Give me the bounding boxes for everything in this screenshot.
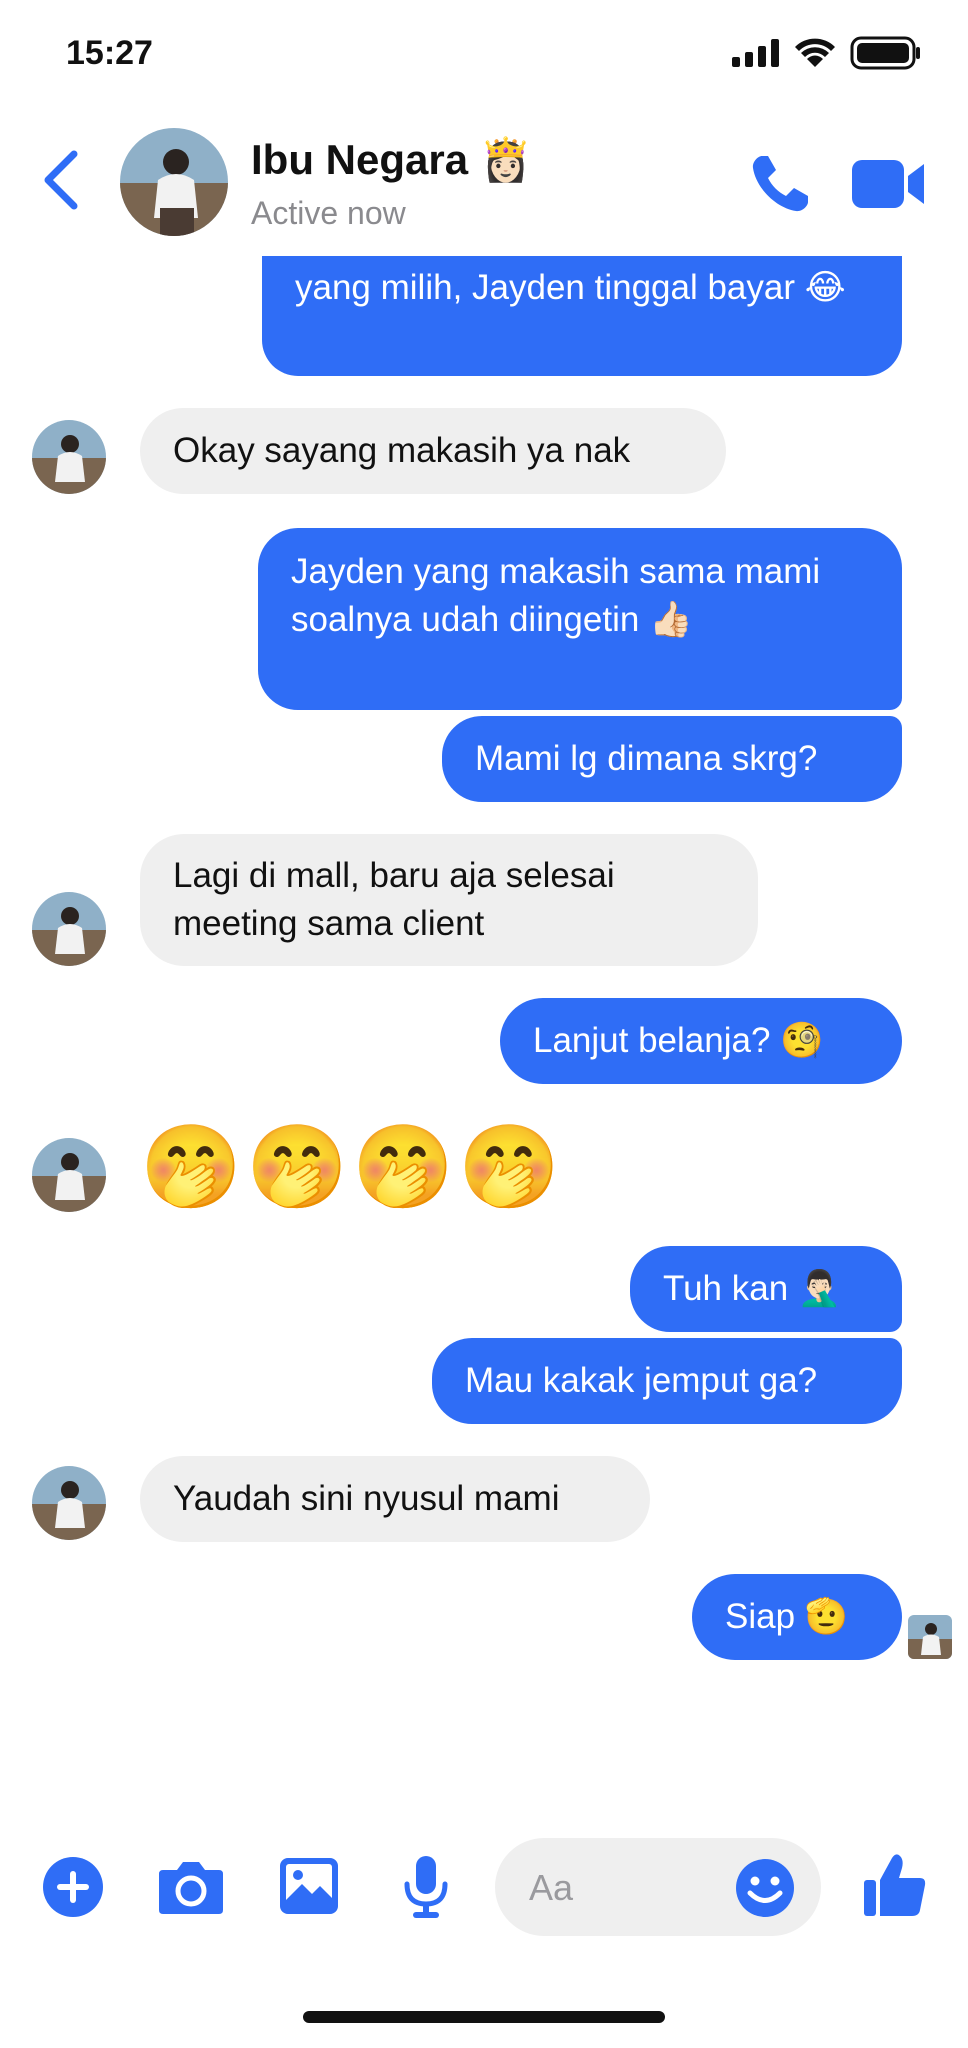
- incoming-message[interactable]: Okay sayang makasih ya nak: [140, 408, 726, 494]
- contact-name: Ibu Negara 👸🏻: [251, 136, 533, 183]
- battery-icon: [850, 36, 920, 70]
- smile-icon: [736, 1859, 794, 1917]
- video-call-button[interactable]: [852, 158, 926, 210]
- message-text: Jayden yang makasih sama mami soalnya ud…: [291, 552, 821, 639]
- read-receipt-avatar: [908, 1615, 952, 1659]
- outgoing-message[interactable]: yang milih, Jayden tinggal bayar 😂: [262, 256, 902, 376]
- outgoing-message[interactable]: Mau kakak jemput ga?: [432, 1338, 902, 1424]
- status-icons: [732, 36, 922, 70]
- message-input-container[interactable]: [495, 1838, 821, 1936]
- gallery-button[interactable]: [278, 1856, 340, 1916]
- image-icon: [280, 1858, 338, 1914]
- add-button[interactable]: [42, 1856, 104, 1918]
- message-text: Okay sayang makasih ya nak: [173, 431, 631, 470]
- emoji-button[interactable]: [735, 1858, 795, 1918]
- contact-avatar[interactable]: [120, 128, 228, 236]
- incoming-message[interactable]: Lagi di mall, baru aja selesai meeting s…: [140, 834, 758, 966]
- message-text: Lanjut belanja? 🧐: [533, 1021, 824, 1060]
- outgoing-message[interactable]: Siap 🫡: [692, 1574, 902, 1660]
- contact-avatar-small: [32, 1138, 106, 1212]
- outgoing-message[interactable]: Lanjut belanja? 🧐: [500, 998, 902, 1084]
- status-time: 15:27: [66, 34, 153, 72]
- emoji-message[interactable]: 🤭🤭🤭🤭: [140, 1118, 564, 1218]
- microphone-icon: [404, 1856, 448, 1918]
- message-text: Mami lg dimana skrg?: [475, 739, 818, 778]
- voice-call-button[interactable]: [748, 152, 812, 216]
- signal-icon: [732, 39, 779, 67]
- camera-button[interactable]: [157, 1858, 225, 1916]
- message-text: yang milih, Jayden tinggal bayar 😂: [295, 268, 846, 307]
- message-text: Tuh kan 🤦🏻‍♂️: [663, 1269, 842, 1308]
- active-status: Active now: [251, 195, 406, 231]
- voice-message-button[interactable]: [403, 1854, 449, 1920]
- outgoing-message[interactable]: Mami lg dimana skrg?: [442, 716, 902, 802]
- contact-avatar-small: [32, 892, 106, 966]
- like-button[interactable]: [862, 1852, 928, 1918]
- incoming-message[interactable]: Yaudah sini nyusul mami: [140, 1456, 650, 1542]
- thumbs-up-icon: [864, 1854, 926, 1916]
- message-text: Yaudah sini nyusul mami: [173, 1479, 560, 1518]
- video-camera-icon: [852, 160, 924, 208]
- home-indicator[interactable]: [303, 2011, 665, 2023]
- message-text: Mau kakak jemput ga?: [465, 1361, 818, 1400]
- phone-icon: [752, 156, 808, 212]
- message-input[interactable]: [527, 1860, 731, 1916]
- wifi-icon: [795, 38, 835, 67]
- message-text: Siap 🫡: [725, 1597, 849, 1636]
- camera-icon: [159, 1862, 223, 1914]
- outgoing-message[interactable]: Tuh kan 🤦🏻‍♂️: [630, 1246, 902, 1332]
- contact-avatar-small: [32, 1466, 106, 1540]
- plus-icon: [43, 1857, 103, 1917]
- outgoing-message[interactable]: Jayden yang makasih sama mami soalnya ud…: [258, 528, 902, 710]
- back-chevron-icon: [44, 150, 78, 210]
- back-button[interactable]: [38, 148, 82, 212]
- contact-avatar-small: [32, 420, 106, 494]
- message-text: Lagi di mall, baru aja selesai meeting s…: [173, 856, 615, 943]
